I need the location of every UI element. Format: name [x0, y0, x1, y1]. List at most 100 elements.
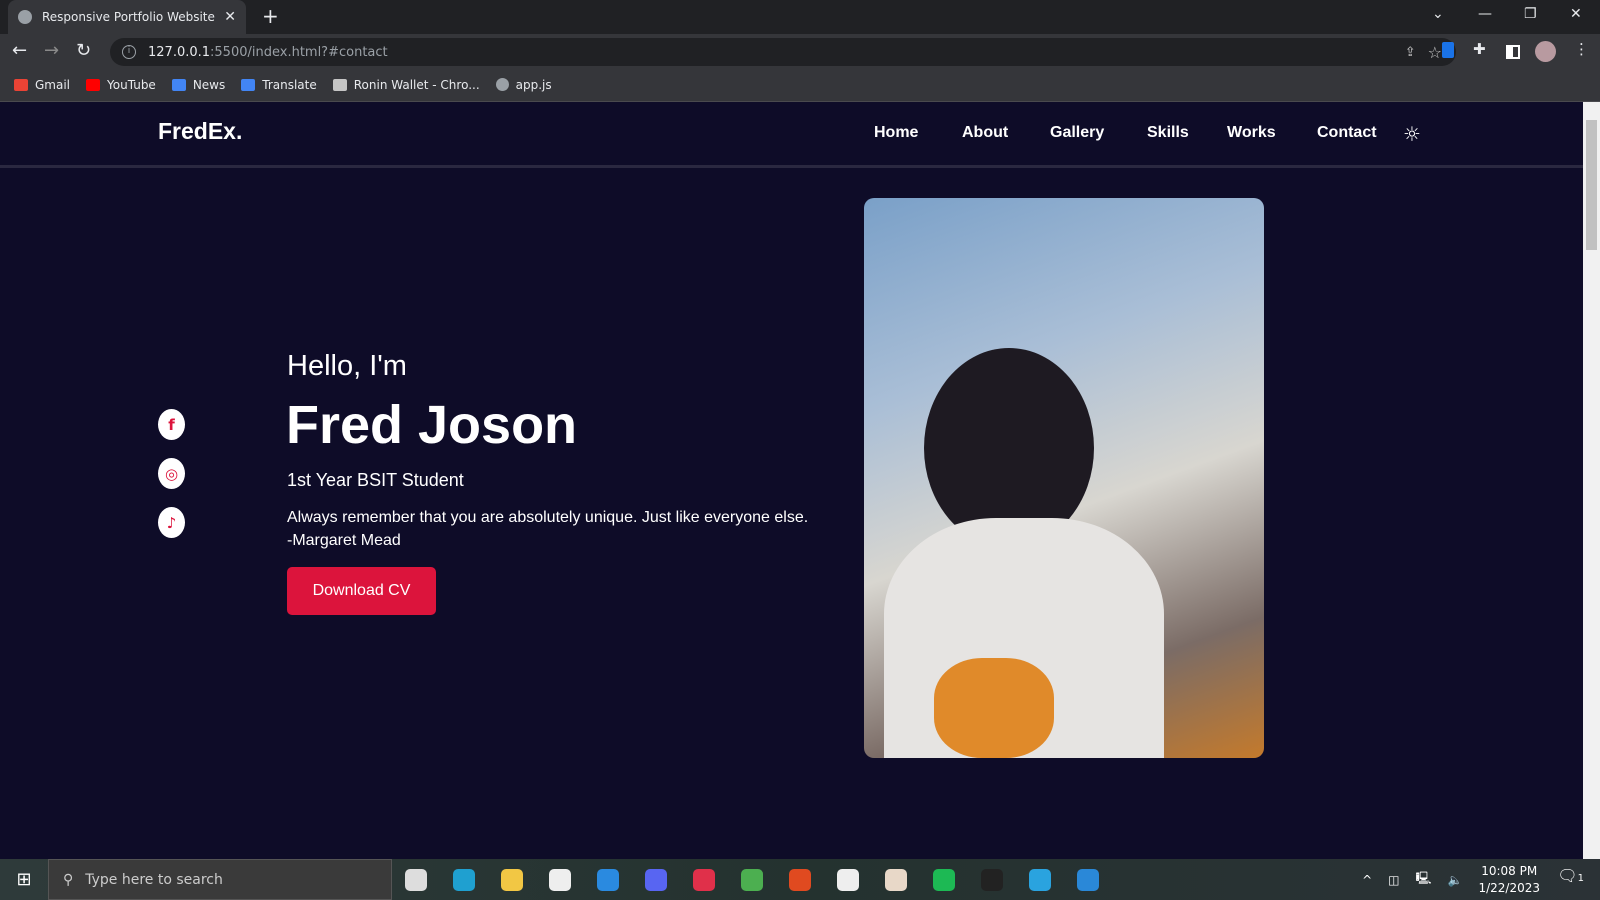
bookmark-label: app.js	[515, 77, 552, 92]
taskbar-app-edge[interactable]	[440, 859, 488, 900]
bookmark-label: Gmail	[35, 77, 71, 92]
mail-icon	[597, 868, 619, 891]
hero-role: 1st Year BSIT Student	[287, 470, 464, 490]
menu-icon[interactable]: ⋮	[1574, 40, 1589, 58]
search-icon: ⚲	[63, 871, 74, 888]
new-tab-button[interactable]: +	[262, 4, 279, 28]
reload-icon[interactable]: ↻	[76, 40, 91, 61]
tab-search-icon[interactable]: ⌄	[1432, 6, 1444, 22]
facebook-icon[interactable]: f	[158, 409, 185, 440]
taskbar-app-task-view[interactable]	[392, 859, 440, 900]
valorant-icon	[693, 868, 715, 891]
nav-contact[interactable]: Contact	[1317, 124, 1377, 142]
nav-home[interactable]: Home	[874, 124, 918, 142]
nav-about[interactable]: About	[962, 124, 1008, 142]
profile-photo	[864, 198, 1264, 758]
taskbar-search[interactable]: ⚲ Type here to search	[48, 859, 392, 900]
tab-title: Responsive Portfolio Website	[42, 10, 215, 24]
info-icon[interactable]: i	[122, 45, 136, 59]
app-1-icon	[837, 868, 859, 891]
taskbar-app-file-explorer[interactable]	[488, 859, 536, 900]
notification-count: 1	[1577, 873, 1584, 884]
bookmark-ronin-wallet[interactable]: Ronin Wallet - Chro...	[332, 77, 480, 92]
nav-skills[interactable]: Skills	[1147, 124, 1189, 142]
system-tray: ^ ◫ 🖳 🔈 10:08 PM 1/22/2023	[1362, 859, 1540, 900]
spotify-icon	[933, 868, 955, 891]
notification-icon[interactable]: 🗨1	[1557, 866, 1584, 885]
news-icon	[171, 78, 186, 91]
volume-icon[interactable]: 🔈	[1448, 873, 1463, 887]
bookmark-gmail[interactable]: Gmail	[14, 78, 70, 92]
taskbar-app-discord[interactable]	[632, 859, 680, 900]
hero-name: Fred Joson	[286, 395, 578, 455]
clock-time: 10:08 PM	[1481, 863, 1538, 878]
nav-gallery[interactable]: Gallery	[1050, 124, 1104, 142]
task-view-icon	[405, 868, 427, 891]
bookmark-appjs[interactable]: app.js	[495, 77, 552, 92]
file-explorer-icon	[501, 868, 523, 891]
taskbar-app-office[interactable]	[776, 859, 824, 900]
bookmark-news[interactable]: News	[171, 77, 226, 92]
tiktok-icon[interactable]: ♪	[158, 507, 185, 538]
site-logo[interactable]: FredEx.	[158, 118, 242, 145]
restore-button[interactable]: ❐	[1524, 6, 1537, 22]
discord-icon	[645, 868, 667, 891]
ronin-extension-icon[interactable]	[1442, 42, 1454, 58]
instagram-icon[interactable]: ◎	[158, 458, 185, 489]
taskbar-app-app-1[interactable]	[824, 859, 872, 900]
bookmark-star-icon[interactable]: ☆	[1428, 43, 1442, 62]
bookmark-label: Ronin Wallet - Chro...	[353, 77, 480, 92]
quote-author: -Margaret Mead	[287, 532, 401, 549]
url-path: :5500/index.html?#contact	[210, 44, 388, 60]
windows-taskbar: ⊞ ⚲ Type here to search	[0, 859, 1600, 900]
chevron-up-icon[interactable]: ^	[1362, 873, 1372, 887]
taskbar-app-app-2[interactable]	[872, 859, 920, 900]
forward-icon[interactable]: →	[44, 40, 59, 61]
clock[interactable]: 10:08 PM 1/22/2023	[1478, 863, 1540, 897]
web-page: FredEx. Home About Gallery Skills Works …	[0, 102, 1583, 859]
app-3-icon	[981, 868, 1003, 891]
clock-date: 1/22/2023	[1478, 880, 1540, 895]
side-panel-icon[interactable]	[1506, 45, 1520, 59]
extensions-icon[interactable]: ✚	[1473, 40, 1486, 58]
minimize-button[interactable]: —	[1478, 6, 1492, 22]
bookmark-translate[interactable]: Translate	[241, 78, 317, 92]
photo-drink	[934, 658, 1054, 758]
search-placeholder: Type here to search	[85, 871, 223, 888]
close-tab-icon[interactable]: ✕	[224, 9, 236, 25]
taskbar-app-chrome[interactable]	[728, 859, 776, 900]
bookmark-youtube[interactable]: YouTube	[86, 78, 156, 92]
app-2-icon	[885, 868, 907, 891]
taskbar-app-spotify[interactable]	[920, 859, 968, 900]
back-icon[interactable]: ←	[12, 40, 27, 61]
nav-works[interactable]: Works	[1227, 124, 1276, 142]
taskbar-app-store[interactable]	[536, 859, 584, 900]
bookmark-label: News	[192, 77, 226, 92]
sun-icon[interactable]: ☼	[1403, 122, 1421, 146]
taskbar-app-mail[interactable]	[584, 859, 632, 900]
taskbar-app-valorant[interactable]	[680, 859, 728, 900]
chrome-icon	[741, 868, 763, 891]
globe-icon	[495, 78, 509, 91]
edge-icon	[453, 868, 475, 891]
windows-start-icon[interactable]: ⊞	[0, 869, 48, 890]
office-icon	[789, 868, 811, 891]
address-bar[interactable]: i 127.0.0.1:5500/index.html?#contact ⇪ ☆	[110, 38, 1456, 66]
youtube-icon	[86, 78, 101, 91]
taskbar-app-vscode[interactable]	[1064, 859, 1112, 900]
globe-icon	[18, 10, 32, 24]
profile-avatar[interactable]	[1535, 41, 1556, 62]
gmail-icon	[14, 78, 28, 91]
scrollbar-thumb[interactable]	[1586, 120, 1597, 250]
taskbar-app-app-3[interactable]	[968, 859, 1016, 900]
url-host: 127.0.0.1	[148, 44, 211, 60]
close-window-button[interactable]: ✕	[1570, 6, 1582, 22]
hero-greeting: Hello, I'm	[287, 350, 407, 382]
share-icon[interactable]: ⇪	[1405, 45, 1416, 60]
taskbar-app-telegram[interactable]	[1016, 859, 1064, 900]
translate-icon	[241, 78, 256, 91]
network-icon[interactable]: 🖳	[1416, 869, 1432, 890]
camera-icon[interactable]: ◫	[1388, 873, 1399, 887]
browser-tab[interactable]: Responsive Portfolio Website ✕	[8, 0, 246, 34]
download-cv-button[interactable]: Download CV	[287, 567, 436, 615]
